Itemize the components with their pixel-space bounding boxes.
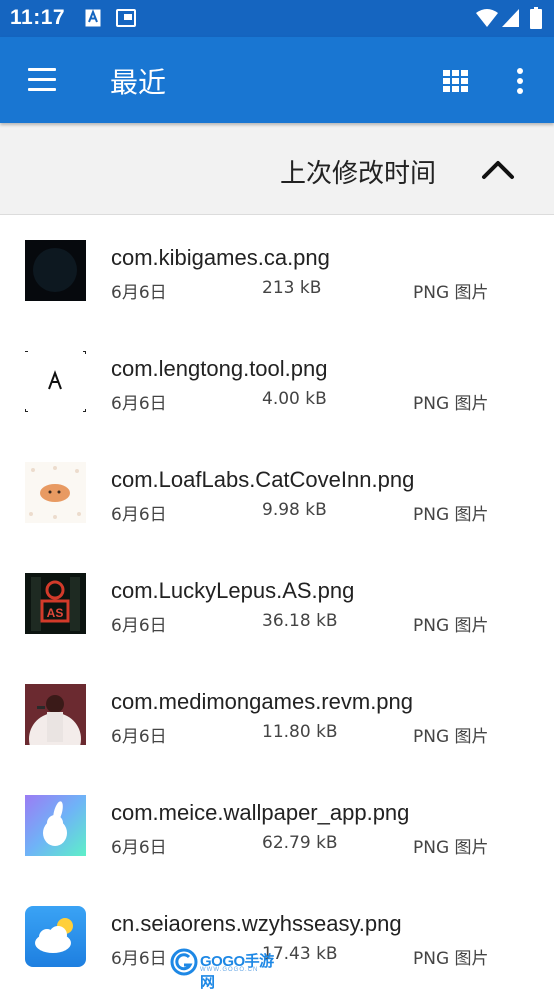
file-type: PNG 图片 [413, 727, 489, 747]
list-item[interactable]: com.kibigames.ca.png 6月6日 213 kB PNG 图片 [0, 215, 554, 325]
file-type: PNG 图片 [413, 283, 489, 303]
file-date: 6月6日 [111, 949, 167, 969]
file-date: 6月6日 [111, 616, 167, 636]
file-thumbnail [25, 684, 86, 745]
file-thumbnail [25, 906, 86, 967]
file-date: 6月6日 [111, 505, 167, 525]
sort-label[interactable]: 上次修改时间 [280, 153, 436, 190]
chevron-up-icon[interactable] [478, 153, 518, 183]
file-type: PNG 图片 [413, 949, 489, 969]
file-size: 36.18 kB [262, 611, 338, 631]
file-type: PNG 图片 [413, 505, 489, 525]
file-thumbnail: AS [25, 573, 86, 634]
battery-icon [530, 7, 542, 29]
wifi-icon [476, 9, 498, 27]
list-item[interactable]: com.meice.wallpaper_app.png 6月6日 62.79 k… [0, 770, 554, 880]
file-thumbnail [25, 240, 86, 301]
file-size: 11.80 kB [262, 722, 338, 742]
file-date: 6月6日 [111, 283, 167, 303]
watermark-logo: GOGO手游网 WWW.GOGO.CN [170, 948, 280, 991]
page-title: 最近 [110, 66, 167, 99]
list-item[interactable]: com.lengtong.tool.png 6月6日 4.00 kB PNG 图… [0, 326, 554, 436]
file-thumbnail [25, 462, 86, 523]
list-item[interactable]: AS com.LuckyLepus.AS.png 6月6日 36.18 kB P… [0, 548, 554, 658]
svg-text:AS: AS [47, 606, 64, 620]
screenshot-notification-icon [116, 9, 136, 27]
sort-bar: 上次修改时间 [0, 123, 554, 215]
status-time: 11:17 [10, 6, 66, 29]
file-thumbnail [25, 795, 86, 856]
keyboard-notification-icon [85, 9, 101, 27]
file-thumbnail [25, 351, 86, 412]
list-item[interactable]: com.medimongames.revm.png 6月6日 11.80 kB … [0, 659, 554, 769]
file-size: 4.00 kB [262, 389, 327, 409]
file-name: com.lengtong.tool.png [111, 356, 328, 381]
file-date: 6月6日 [111, 727, 167, 747]
app-bar: 最近 [0, 37, 554, 123]
watermark-emblem-icon [170, 948, 198, 976]
signal-icon [502, 9, 519, 27]
file-type: PNG 图片 [413, 616, 489, 636]
file-name: com.kibigames.ca.png [111, 245, 330, 270]
file-name: com.LoafLabs.CatCoveInn.png [111, 467, 415, 492]
file-date: 6月6日 [111, 838, 167, 858]
watermark-subtext: WWW.GOGO.CN [200, 967, 259, 973]
file-name: com.medimongames.revm.png [111, 689, 414, 714]
file-name: com.meice.wallpaper_app.png [111, 800, 410, 825]
more-options-icon[interactable] [504, 63, 536, 99]
file-type: PNG 图片 [413, 394, 489, 414]
file-name: cn.seiaorens.wzyhsseasy.png [111, 911, 402, 936]
file-size: 9.98 kB [262, 500, 327, 520]
file-size: 213 kB [262, 278, 322, 298]
file-size: 62.79 kB [262, 833, 338, 853]
file-name: com.LuckyLepus.AS.png [111, 578, 355, 603]
grid-view-icon[interactable] [440, 65, 472, 97]
menu-icon[interactable] [26, 68, 60, 92]
file-type: PNG 图片 [413, 838, 489, 858]
file-date: 6月6日 [111, 394, 167, 414]
list-item[interactable]: com.LoafLabs.CatCoveInn.png 6月6日 9.98 kB… [0, 437, 554, 547]
status-bar: 11:17 [0, 0, 554, 37]
